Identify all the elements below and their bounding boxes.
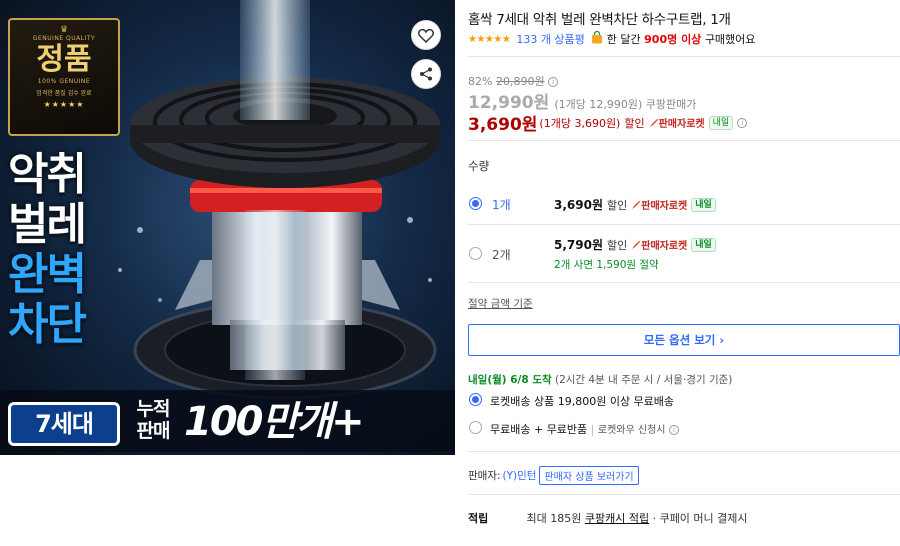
points-max: 최대 185원 [526, 512, 582, 525]
sales-count-text: 100만개+ [184, 399, 365, 445]
cumulative-line-2: 판매 [136, 420, 171, 442]
seller-rocket-badge: 판매자로켓 [631, 197, 687, 212]
divider [468, 56, 900, 57]
headline-line-1: 악취 [8, 149, 87, 200]
quantity-option-1[interactable]: 1개 3,690원 할인 판매자로켓 내일 [468, 190, 900, 222]
monthly-buyers: 한 달간 900명 이상 구매했어요 [607, 31, 756, 47]
rocket-icon [632, 200, 641, 209]
rocket-label: 판매자로켓 [641, 241, 688, 252]
option-price-row: 3,690원 할인 판매자로켓 내일 [554, 196, 716, 213]
genuine-quality-badge: ♛ GENUINE QUALITY 정품 100% GENUINE 엄격한 품질… [8, 18, 120, 136]
all-options-button[interactable]: 모든 옵션 보기 › [468, 324, 900, 356]
tomorrow-badge: 내일 [691, 197, 716, 212]
sale-unit-price: (1개당 3,690원) [539, 116, 621, 130]
radio-unselected[interactable] [469, 247, 482, 260]
sale-price: 3,690원 [468, 115, 538, 135]
buyers-count: 900명 이상 [644, 33, 702, 46]
headline-line-3: 완벽 [8, 249, 87, 300]
sale-price-row: 3,690원 (1개당 3,690원) 할인 판매자로켓 내일 i [468, 110, 748, 135]
shipping-option-note: 로켓와우 신청시 [597, 425, 666, 436]
shipping-option-text: 무료배송 + 무료반품 | 로켓와우 신청시 i [490, 421, 679, 437]
product-image[interactable]: ♛ GENUINE QUALITY 정품 100% GENUINE 엄격한 품질… [0, 0, 455, 455]
savings-basis-link[interactable]: 절약 금액 기준 [468, 296, 533, 311]
seller-rocket-badge: 판매자로켓 [649, 115, 705, 130]
discount-row: 82% 20,890원 i [468, 73, 559, 89]
option-price-row: 5,790원 할인 판매자로켓 내일 [554, 236, 716, 253]
quantity-label: 수량 [468, 159, 490, 173]
rocket-label: 판매자로켓 [641, 201, 688, 212]
option-price: 3,690원 [554, 198, 603, 212]
seller-rocket-badge: 판매자로켓 [631, 237, 687, 252]
discount-rate: 82% [468, 75, 493, 88]
radio-selected[interactable] [469, 197, 482, 210]
tomorrow-badge: 내일 [691, 237, 716, 252]
radio-selected[interactable] [469, 393, 482, 406]
headline-line-4: 차단 [8, 299, 87, 350]
product-title: 홈싹 7세대 악취 벌레 완벽차단 하수구트랩, 1개 [468, 12, 731, 28]
seller-name-link[interactable]: (Y)민턴 [503, 468, 537, 483]
badge-top-text: GENUINE QUALITY [32, 35, 96, 42]
badge-sub-text: 100% GENUINE [37, 78, 91, 85]
coupang-cash-link[interactable]: 쿠팡캐시 적립 [585, 512, 649, 525]
rocket-icon [649, 118, 659, 127]
bag-icon [591, 30, 603, 47]
shipping-option-2[interactable]: 무료배송 + 무료반품 | 로켓와우 신청시 i [468, 420, 900, 436]
badge-main-text: 정품 [36, 42, 92, 77]
tomorrow-badge: 내일 [708, 115, 734, 130]
info-icon[interactable]: i [548, 77, 559, 87]
points-row: 적립 최대 185원 쿠팡캐시 적립 · 쿠페이 머니 결제시 [468, 510, 748, 526]
shipping-option-main: 무료배송 + 무료반품 [490, 423, 588, 436]
product-page: ♛ GENUINE QUALITY 정품 100% GENUINE 엄격한 품질… [0, 0, 900, 546]
share-icon [420, 67, 432, 81]
delivery-note: (2시간 4분 내 주문 시 / 서울·경기 기준) [555, 374, 733, 386]
shipping-option-1[interactable]: 로켓배송 상품 19,800원 이상 무료배송 [468, 392, 900, 408]
delivery-date-row: 내일(월) 6/8 도착 (2시간 4분 내 주문 시 / 서울·경기 기준) [468, 372, 732, 387]
cumulative-line-1: 누적 [136, 398, 171, 420]
option-discount-label: 할인 [607, 198, 628, 212]
divider [468, 451, 900, 452]
option-qty: 2개 [492, 248, 511, 262]
option-price: 5,790원 [554, 238, 603, 252]
review-count-link[interactable]: 133 개 상품평 [516, 31, 584, 47]
divider [468, 224, 900, 225]
delivery-date: 내일(월) 6/8 도착 [468, 374, 552, 386]
heart-icon [418, 28, 434, 43]
badge-stars: ★★★★★ [43, 100, 85, 109]
shipping-option-text: 로켓배송 상품 19,800원 이상 무료배송 [490, 395, 675, 408]
seller-label: 판매자: [468, 470, 501, 482]
option-savings-text: 2개 사면 1,590원 절약 [554, 259, 659, 271]
divider [468, 494, 900, 495]
cumulative-sales-label: 누적 판매 [128, 398, 178, 442]
wishlist-button[interactable] [411, 20, 441, 50]
separator: | [590, 423, 595, 436]
buyers-prefix: 한 달간 [606, 33, 641, 46]
option-qty: 1개 [492, 198, 511, 212]
seller-row: 판매자: (Y)민턴 판매자 상품 보러가기 [468, 466, 639, 485]
discount-label: 할인 [624, 116, 645, 130]
crown-icon: ♛ [59, 25, 69, 35]
rocket-icon [632, 240, 641, 249]
buyers-suffix: 구매했어요 [704, 33, 756, 46]
points-label: 적립 [468, 512, 489, 525]
divider [468, 282, 900, 283]
share-button[interactable] [411, 59, 441, 89]
headline-line-2: 벌레 [8, 199, 87, 250]
info-icon[interactable]: i [737, 117, 748, 128]
rating-stars[interactable]: ★★★★★ [468, 34, 511, 45]
radio-unselected[interactable] [469, 421, 482, 434]
divider [468, 140, 900, 141]
points-condition: · 쿠페이 머니 결제시 [652, 512, 748, 525]
rocket-label: 판매자로켓 [658, 119, 705, 130]
image-headline: 악취 벌레 완벽 차단 [8, 149, 87, 350]
option-discount-label: 할인 [607, 238, 628, 252]
info-icon[interactable]: i [668, 425, 679, 435]
original-price: 20,890원 [495, 75, 545, 88]
seller-products-button[interactable]: 판매자 상품 보러가기 [539, 466, 639, 485]
rating-row: ★★★★★ 133 개 상품평 한 달간 900명 이상 구매했어요 [468, 30, 756, 47]
quantity-option-2[interactable]: 2개 5,790원 할인 판매자로켓 내일 2개 사면 1,590원 절약 [468, 232, 900, 276]
generation-badge: 7세대 [8, 402, 120, 446]
badge-sub2-text: 엄격한 품질 검수 완료 [36, 90, 92, 97]
